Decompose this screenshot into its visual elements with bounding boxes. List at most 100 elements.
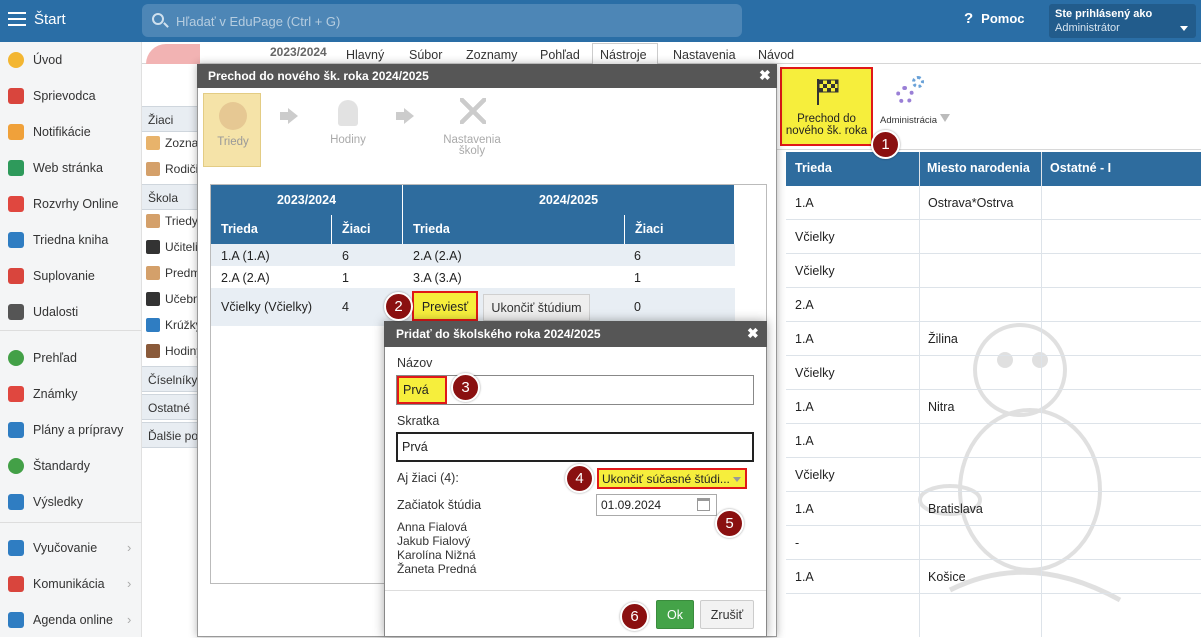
module-nav-label: Učitelia — [165, 240, 198, 254]
module-nav-label: Krúžky — [165, 318, 198, 332]
tab-3[interactable]: Zoznamy — [466, 48, 517, 62]
sidebar-item-15[interactable]: Komunikácia › — [0, 566, 142, 602]
tab-6[interactable]: Nastavenia — [673, 48, 736, 62]
module-nav-row-9[interactable]: Krúžky — [142, 312, 198, 338]
sidebar-item-4[interactable]: Web stránka — [0, 150, 142, 186]
module-nav-row-1[interactable]: Žiaci — [142, 106, 198, 132]
sidebar-item-13[interactable]: Výsledky — [0, 484, 142, 520]
tab-4[interactable]: Pohľad — [540, 48, 580, 62]
dialog-close-icon[interactable]: ✖ — [747, 325, 759, 342]
table-row[interactable]: Včielky — [786, 254, 1201, 288]
module-nav-row-13[interactable]: Ďalšie po — [142, 422, 198, 448]
table-row[interactable]: Včielky — [786, 356, 1201, 390]
module-nav-label: Ďalšie po — [148, 429, 198, 443]
module-nav-row-5[interactable]: Triedy — [142, 208, 198, 234]
nazov-input[interactable] — [396, 375, 754, 405]
module-nav-label: Učebne — [165, 292, 198, 306]
dialog-divider — [385, 590, 766, 591]
module-nav-row-3[interactable]: Rodičia — [142, 156, 198, 182]
help-button[interactable]: ? Pomoc — [964, 10, 1025, 27]
module-nav-row-12[interactable]: Ostatné — [142, 394, 198, 420]
module-nav-label: Triedy — [165, 214, 198, 228]
sidebar-item-1[interactable]: Úvod — [0, 42, 142, 78]
tab-7[interactable]: Návod — [758, 48, 794, 62]
table-row[interactable]: 1.A Nitra — [786, 390, 1201, 424]
zaciatok-date-input[interactable]: 01.09.2024 — [596, 494, 717, 516]
table-row[interactable]: 1.A Ostrava*Ostrva — [786, 186, 1201, 220]
table-row[interactable]: Včielky — [786, 458, 1201, 492]
tab-1[interactable]: Hlavný — [346, 48, 384, 62]
ok-button[interactable]: Ok — [656, 600, 694, 629]
tab-5[interactable]: Nástroje — [600, 48, 647, 62]
step-hodiny[interactable]: Hodiny — [318, 96, 378, 166]
zaciatok-value: 01.09.2024 — [601, 498, 662, 512]
user-menu[interactable]: Ste prihlásený ako Administrátor — [1049, 4, 1196, 38]
hamburger-menu-icon[interactable] — [8, 12, 26, 26]
table-row[interactable]: 1.A Žilina — [786, 322, 1201, 356]
sidebar-item-12[interactable]: Štandardy — [0, 448, 142, 484]
sidebar-item-label: Úvod — [33, 53, 63, 67]
step-nastavenia-label: Nastavenia školy — [443, 134, 501, 157]
ukoncit-studium-button[interactable]: Ukončiť štúdium — [483, 294, 590, 321]
module-nav-label: Predmety — [165, 266, 198, 280]
tab-2[interactable]: Súbor — [409, 48, 442, 62]
year-new-header: 2024/2025 — [403, 185, 734, 215]
sidebar-item-10[interactable]: Známky — [0, 376, 142, 412]
sidebar-item-14[interactable]: Vyučovanie › — [0, 530, 142, 566]
module-nav-label: Číselníky — [148, 373, 198, 387]
cancel-button[interactable]: Zrušiť — [700, 600, 754, 629]
table-row[interactable]: 1.A Bratislava — [786, 492, 1201, 526]
sidebar-item-label: Udalosti — [33, 305, 79, 319]
previest-button[interactable]: Previesť — [412, 291, 478, 321]
sidebar-item-11[interactable]: Plány a prípravy — [0, 412, 142, 448]
bg-cell-trieda: Včielky — [795, 366, 835, 380]
sidebar-item-7[interactable]: Suplovanie — [0, 258, 142, 294]
bg-cell-miesto: Žilina — [928, 332, 958, 346]
col-trieda-old: Trieda — [211, 215, 331, 244]
step-nastavenia[interactable]: Nastavenia školy — [436, 96, 508, 166]
module-nav-row-10[interactable]: Hodiny — [142, 338, 198, 364]
prechod-button[interactable]: Prechod do nového šk. roka — [780, 67, 873, 146]
table-row[interactable]: 1.A Košice — [786, 560, 1201, 594]
magic-wand-icon — [8, 88, 24, 104]
sidebar-item-8[interactable]: Udalosti — [0, 294, 142, 330]
ziaci-select[interactable]: Ukončiť súčasné štúdi... — [597, 468, 747, 489]
module-nav-label: Ostatné — [148, 401, 191, 415]
table-row[interactable]: 1.A — [786, 424, 1201, 458]
step-triedy[interactable]: Triedy — [203, 93, 261, 167]
old-trieda-cell: 2.A (2.A) — [221, 271, 270, 285]
module-nav-row-11[interactable]: Číselníky — [142, 366, 198, 392]
wizard-close-icon[interactable]: ✖ — [759, 67, 771, 84]
checkered-flag-icon — [817, 79, 839, 105]
table-row[interactable]: - — [786, 526, 1201, 560]
start-label[interactable]: Štart — [34, 11, 66, 28]
sidebar-item-6[interactable]: Triedna kniha — [0, 222, 142, 258]
sidebar-item-2[interactable]: Sprievodca — [0, 78, 142, 114]
sidebar-item-9[interactable]: Prehľad — [0, 340, 142, 376]
chevron-down-icon — [733, 477, 741, 482]
sidebar-item-16[interactable]: Agenda online › — [0, 602, 142, 638]
bg-cell-trieda: 1.A — [795, 502, 814, 516]
sidebar-item-3[interactable]: Notifikácie — [0, 114, 142, 150]
module-nav-row-2[interactable]: Zoznam — [142, 130, 198, 156]
grades-icon — [8, 386, 24, 402]
sidebar-item-label: Výsledky — [33, 495, 84, 509]
calendar-icon[interactable] — [697, 498, 710, 511]
sidebar-item-label: Sprievodca — [33, 89, 96, 103]
sidebar-item-5[interactable]: Rozvrhy Online — [0, 186, 142, 222]
search-input[interactable]: Hľadať v EduPage (Ctrl + G) — [142, 4, 742, 37]
step-marker-3: 3 — [451, 373, 480, 402]
administracia-button[interactable]: Administrácia — [878, 72, 950, 132]
chevron-right-icon: › — [127, 612, 132, 627]
user-swap-icon — [8, 268, 24, 284]
skratka-input[interactable]: Prvá — [396, 432, 754, 462]
module-icon — [146, 318, 160, 332]
nazov-value[interactable]: Prvá — [397, 376, 447, 404]
module-nav-row-4[interactable]: Škola — [142, 184, 198, 210]
module-nav-row-7[interactable]: Predmety — [142, 260, 198, 286]
table-row[interactable]: Včielky — [786, 220, 1201, 254]
new-ziaci-cell: 0 — [634, 300, 641, 314]
module-nav-row-6[interactable]: Učitelia — [142, 234, 198, 260]
table-row[interactable]: 2.A — [786, 288, 1201, 322]
module-nav-row-8[interactable]: Učebne — [142, 286, 198, 312]
